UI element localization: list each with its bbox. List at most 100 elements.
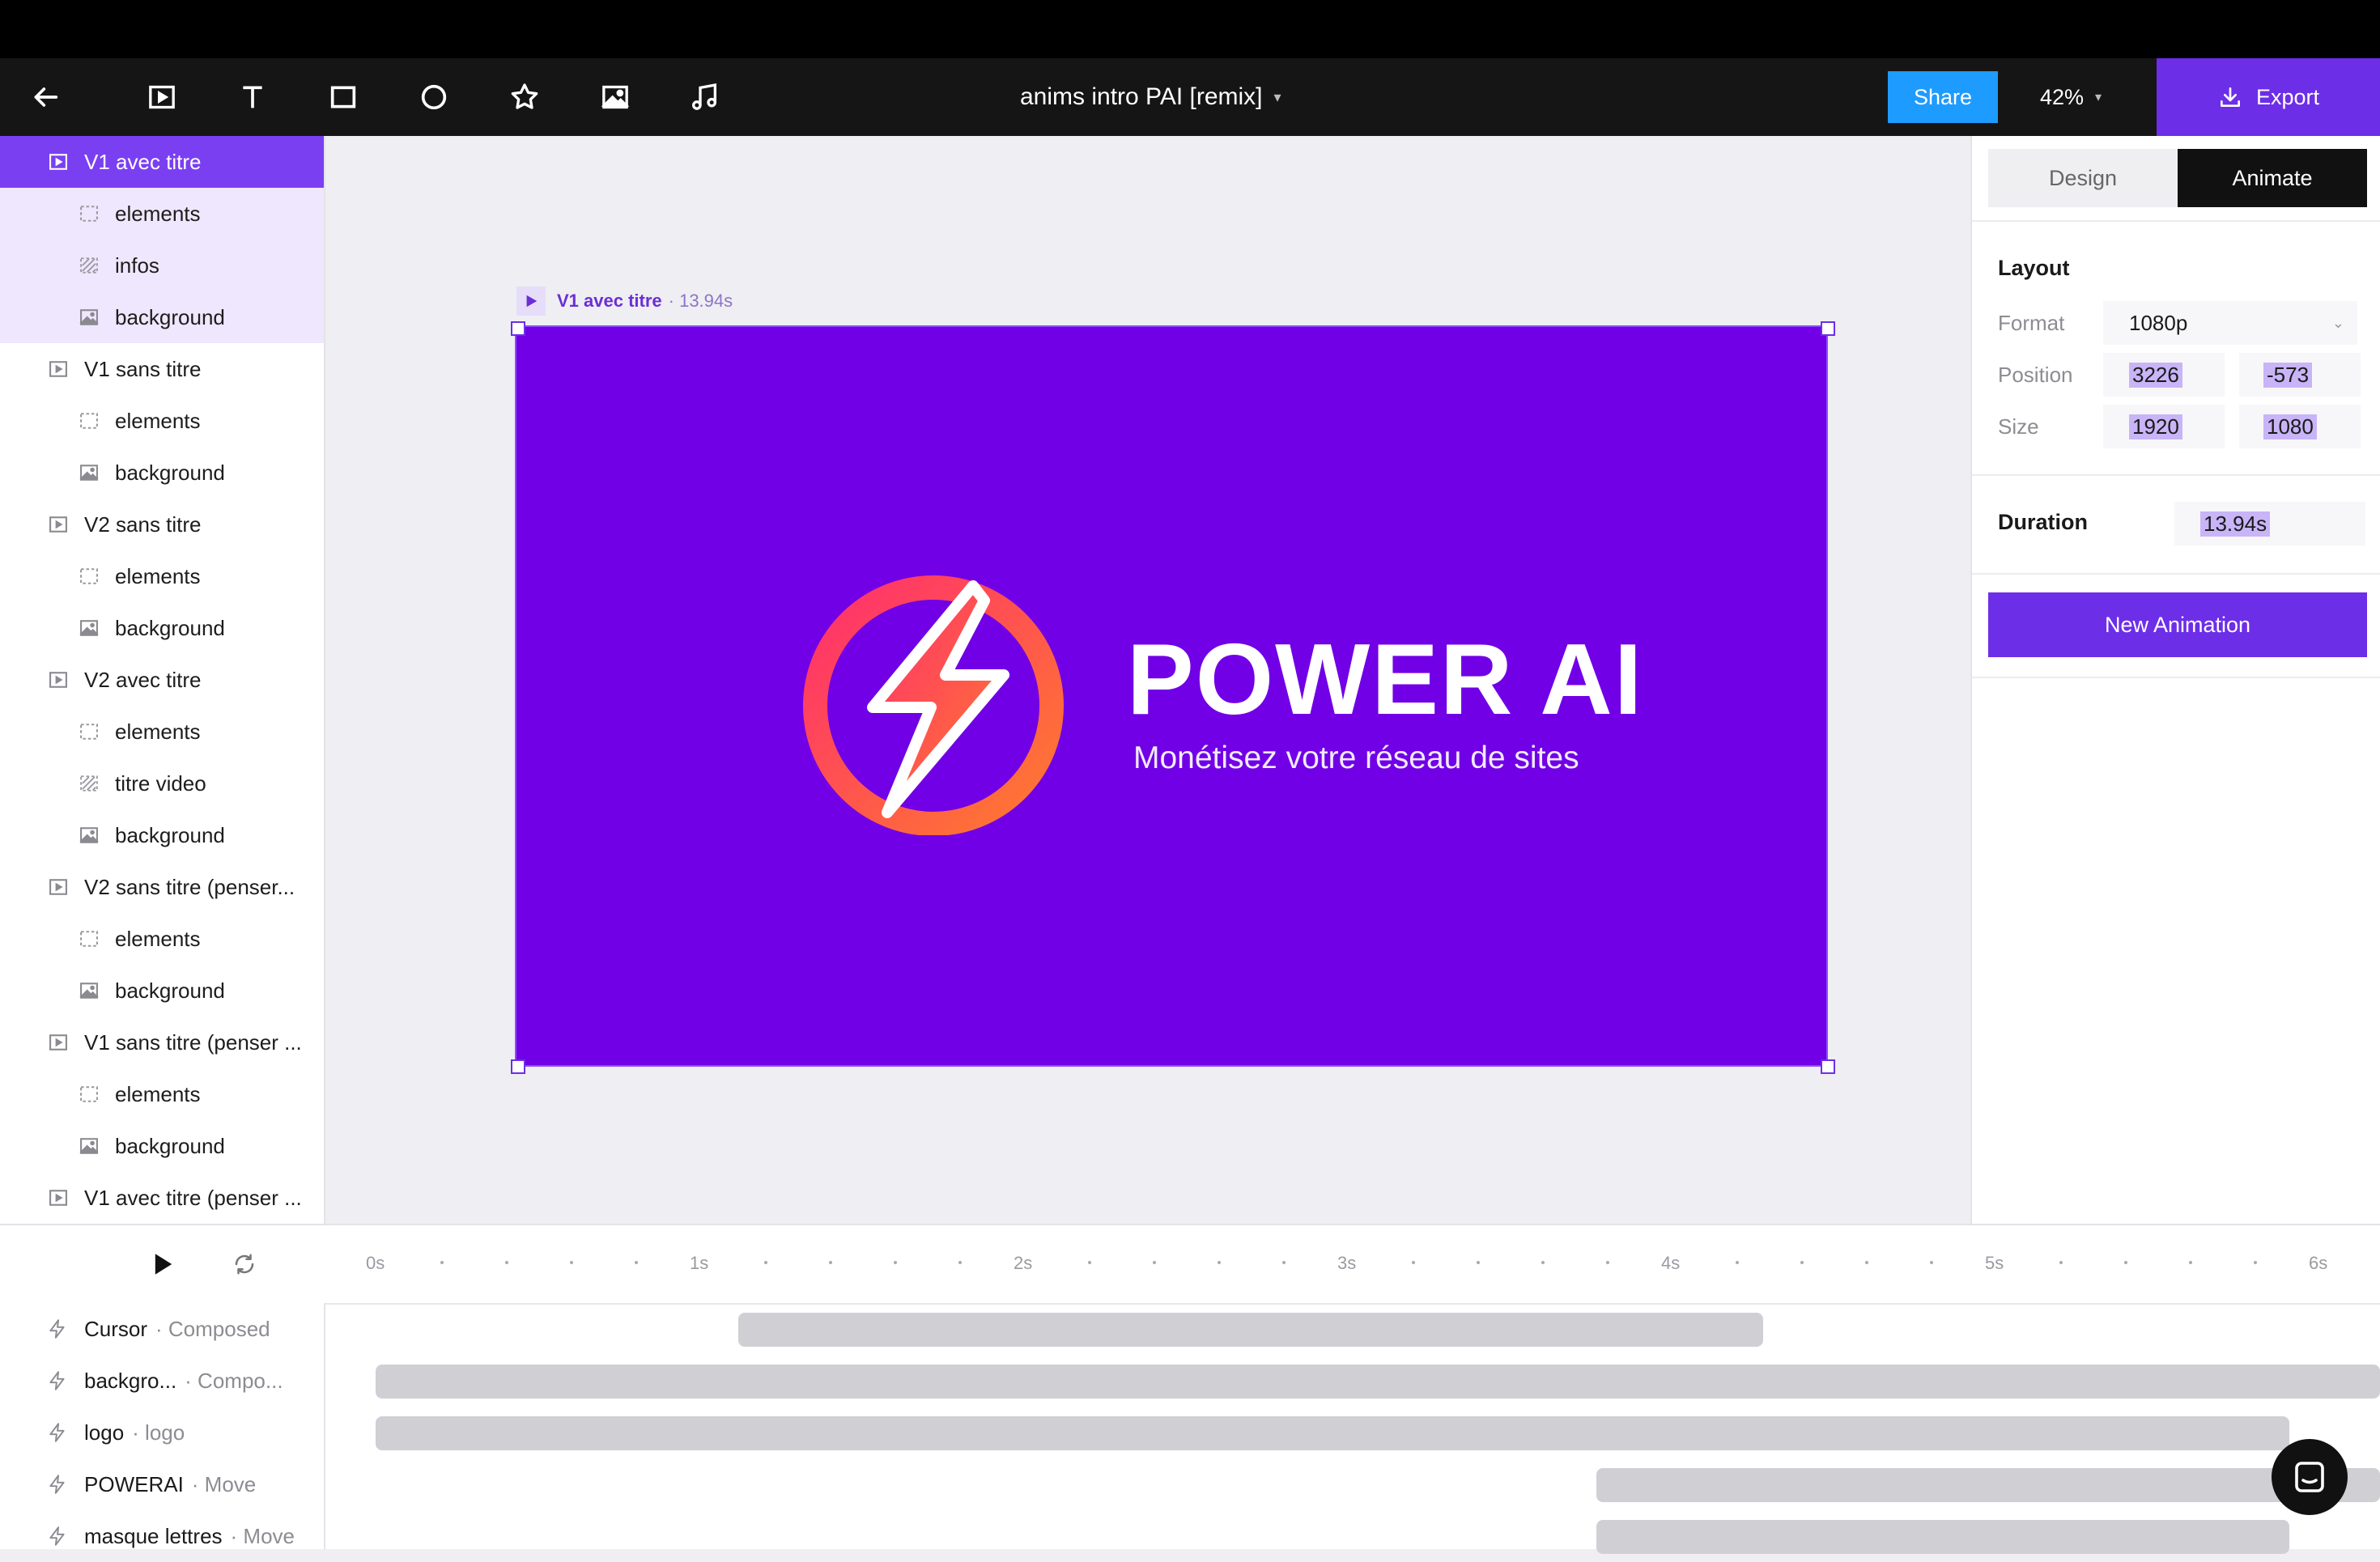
layer-item[interactable]: background: [0, 291, 324, 343]
zoom-dropdown[interactable]: 42% ▾: [2040, 71, 2102, 123]
resize-handle-top-left[interactable]: [511, 321, 525, 336]
hatch-group-icon: [80, 775, 98, 792]
image-tool-icon[interactable]: [593, 74, 638, 120]
layer-item[interactable]: background: [0, 602, 324, 654]
animation-bar-background[interactable]: [376, 1365, 2380, 1399]
tick-mark: [1153, 1261, 1156, 1264]
scene-tool-icon[interactable]: [139, 74, 185, 120]
frame-label[interactable]: V1 avec titre · 13.94s: [516, 285, 733, 317]
tick-mark: [894, 1261, 897, 1264]
layer-item[interactable]: V2 avec titre: [0, 654, 324, 706]
layer-item[interactable]: elements: [0, 913, 324, 965]
layer-item[interactable]: V1 sans titre: [0, 343, 324, 395]
animation-bar-powerai[interactable]: [1596, 1468, 2380, 1502]
tick-mark: [1412, 1261, 1415, 1264]
animation-track[interactable]: logo · logo: [0, 1407, 324, 1458]
resize-handle-bottom-left[interactable]: [511, 1059, 525, 1074]
tick-mark: [1606, 1261, 1609, 1264]
back-arrow-icon[interactable]: [23, 74, 68, 120]
play-button[interactable]: [147, 1248, 180, 1280]
tab-animate[interactable]: Animate: [2178, 149, 2367, 207]
layer-item[interactable]: infos: [0, 240, 324, 291]
hatch-group-icon: [80, 257, 98, 274]
share-button[interactable]: Share: [1888, 71, 1998, 123]
export-button[interactable]: Export: [2157, 58, 2380, 136]
tick-mark: [1218, 1261, 1221, 1264]
position-label: Position: [1998, 363, 2073, 387]
scene-icon: [49, 672, 67, 688]
loop-icon[interactable]: [228, 1248, 261, 1280]
ellipse-tool-icon[interactable]: [411, 74, 457, 120]
track-list: Cursor · Composed backgro... · Compo... logo…: [0, 1303, 325, 1549]
layer-item[interactable]: titre video: [0, 758, 324, 809]
layer-item[interactable]: elements: [0, 550, 324, 602]
animation-track[interactable]: backgro... · Compo...: [0, 1355, 324, 1407]
new-animation-button[interactable]: New Animation: [1988, 592, 2367, 657]
layer-item[interactable]: V1 avec titre (penser ...: [0, 1172, 324, 1224]
text-tool-icon[interactable]: [230, 74, 275, 120]
tick-mark: [440, 1261, 444, 1264]
tick-mark: [2124, 1261, 2127, 1264]
track-name: backgro...: [84, 1368, 177, 1393]
scene-icon: [49, 154, 67, 170]
position-x-input[interactable]: 3226: [2103, 353, 2225, 397]
track-type: · Move: [191, 1471, 257, 1496]
power-ai-logo: [803, 575, 1064, 835]
export-label: Export: [2255, 84, 2320, 109]
layer-item[interactable]: elements: [0, 188, 324, 240]
layer-item[interactable]: background: [0, 965, 324, 1017]
tick-mark: [1477, 1261, 1480, 1264]
tick-label: 1s: [690, 1253, 709, 1273]
tick-label: 6s: [2309, 1253, 2328, 1273]
layer-item[interactable]: V2 sans titre: [0, 499, 324, 550]
layer-item[interactable]: elements: [0, 395, 324, 447]
tick-mark: [1541, 1261, 1545, 1264]
animation-track[interactable]: POWERAI · Move: [0, 1458, 324, 1510]
divider: [1972, 474, 2380, 476]
layer-item[interactable]: V1 avec titre: [0, 136, 324, 188]
tab-design[interactable]: Design: [1988, 149, 2178, 207]
layer-label: titre video: [115, 770, 206, 796]
layer-label: V1 avec titre: [84, 149, 202, 174]
layer-item[interactable]: V1 sans titre (penser ...: [0, 1017, 324, 1068]
format-select[interactable]: 1080p ⌄: [2103, 301, 2357, 345]
tick-mark: [2059, 1261, 2063, 1264]
layer-item[interactable]: V2 sans titre (penser...: [0, 861, 324, 913]
layer-item[interactable]: elements: [0, 1068, 324, 1120]
layer-item[interactable]: elements: [0, 706, 324, 758]
document-title[interactable]: anims intro PAI [remix] ▾: [1020, 74, 1281, 120]
time-ruler[interactable]: 0s 1s 2s 3s 4s 5s 6s: [324, 1225, 2380, 1305]
download-icon: [2220, 87, 2240, 107]
tick-mark: [1088, 1261, 1091, 1264]
audio-tool-icon[interactable]: [682, 74, 727, 120]
layer-label: background: [115, 304, 225, 329]
size-width-input[interactable]: 1920: [2103, 405, 2225, 448]
play-icon[interactable]: [516, 287, 546, 316]
resize-handle-bottom-right[interactable]: [1821, 1059, 1835, 1074]
format-label: Format: [1998, 311, 2065, 335]
animation-bar-masque-lettres[interactable]: [1596, 1520, 2289, 1554]
tick-mark: [1736, 1261, 1739, 1264]
resize-handle-top-right[interactable]: [1821, 321, 1835, 336]
layer-item[interactable]: background: [0, 1120, 324, 1172]
animation-track[interactable]: masque lettres · Move: [0, 1510, 324, 1562]
layout-heading: Layout: [1998, 256, 2070, 280]
size-height-input[interactable]: 1080: [2239, 405, 2361, 448]
animation-bar-cursor[interactable]: [738, 1313, 1763, 1347]
layer-item[interactable]: background: [0, 447, 324, 499]
divider: [1972, 220, 2380, 222]
position-y-input[interactable]: -573: [2239, 353, 2361, 397]
layer-label: elements: [115, 719, 201, 744]
layer-label: elements: [115, 563, 201, 588]
chat-support-button[interactable]: [2272, 1439, 2348, 1515]
image-icon: [79, 1138, 99, 1154]
format-value: 1080p: [2129, 310, 2188, 335]
group-icon: [80, 568, 98, 584]
group-icon: [80, 206, 98, 222]
duration-input[interactable]: 13.94s: [2174, 502, 2365, 545]
animation-bar-logo[interactable]: [376, 1416, 2289, 1450]
star-tool-icon[interactable]: [502, 74, 547, 120]
layer-item[interactable]: background: [0, 809, 324, 861]
rectangle-tool-icon[interactable]: [321, 74, 366, 120]
animation-track[interactable]: Cursor · Composed: [0, 1303, 324, 1355]
